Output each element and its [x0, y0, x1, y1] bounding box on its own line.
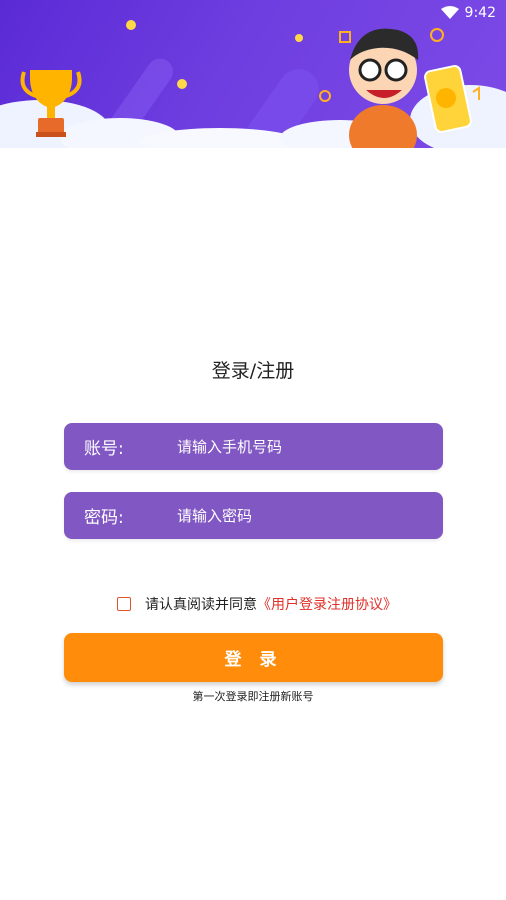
status-time: 9:42 — [464, 5, 496, 21]
header-banner: 9:42 — [0, 0, 506, 148]
account-input[interactable]: 请输入手机号码 — [177, 436, 282, 457]
wifi-icon — [440, 6, 459, 19]
account-label: 账号: — [84, 439, 124, 459]
page-title: 登录/注册 — [211, 360, 295, 382]
password-field[interactable]: 密码: 请输入密码 — [64, 492, 443, 539]
agreement-checkbox[interactable] — [117, 597, 131, 611]
login-button[interactable]: 登 录 — [64, 633, 443, 682]
agreement-text: 请认真阅读并同意 — [145, 597, 257, 613]
agreement-row: 请认真阅读并同意 《用户登录注册协议》 — [117, 594, 397, 614]
password-input[interactable]: 请输入密码 — [177, 505, 252, 526]
register-hint: 第一次登录即注册新账号 — [192, 690, 314, 703]
banner-illustration — [0, 20, 506, 148]
status-bar: 9:42 — [440, 4, 496, 22]
account-field[interactable]: 账号: 请输入手机号码 — [64, 423, 443, 470]
password-label: 密码: — [84, 508, 124, 528]
agreement-link[interactable]: 《用户登录注册协议》 — [257, 594, 397, 614]
